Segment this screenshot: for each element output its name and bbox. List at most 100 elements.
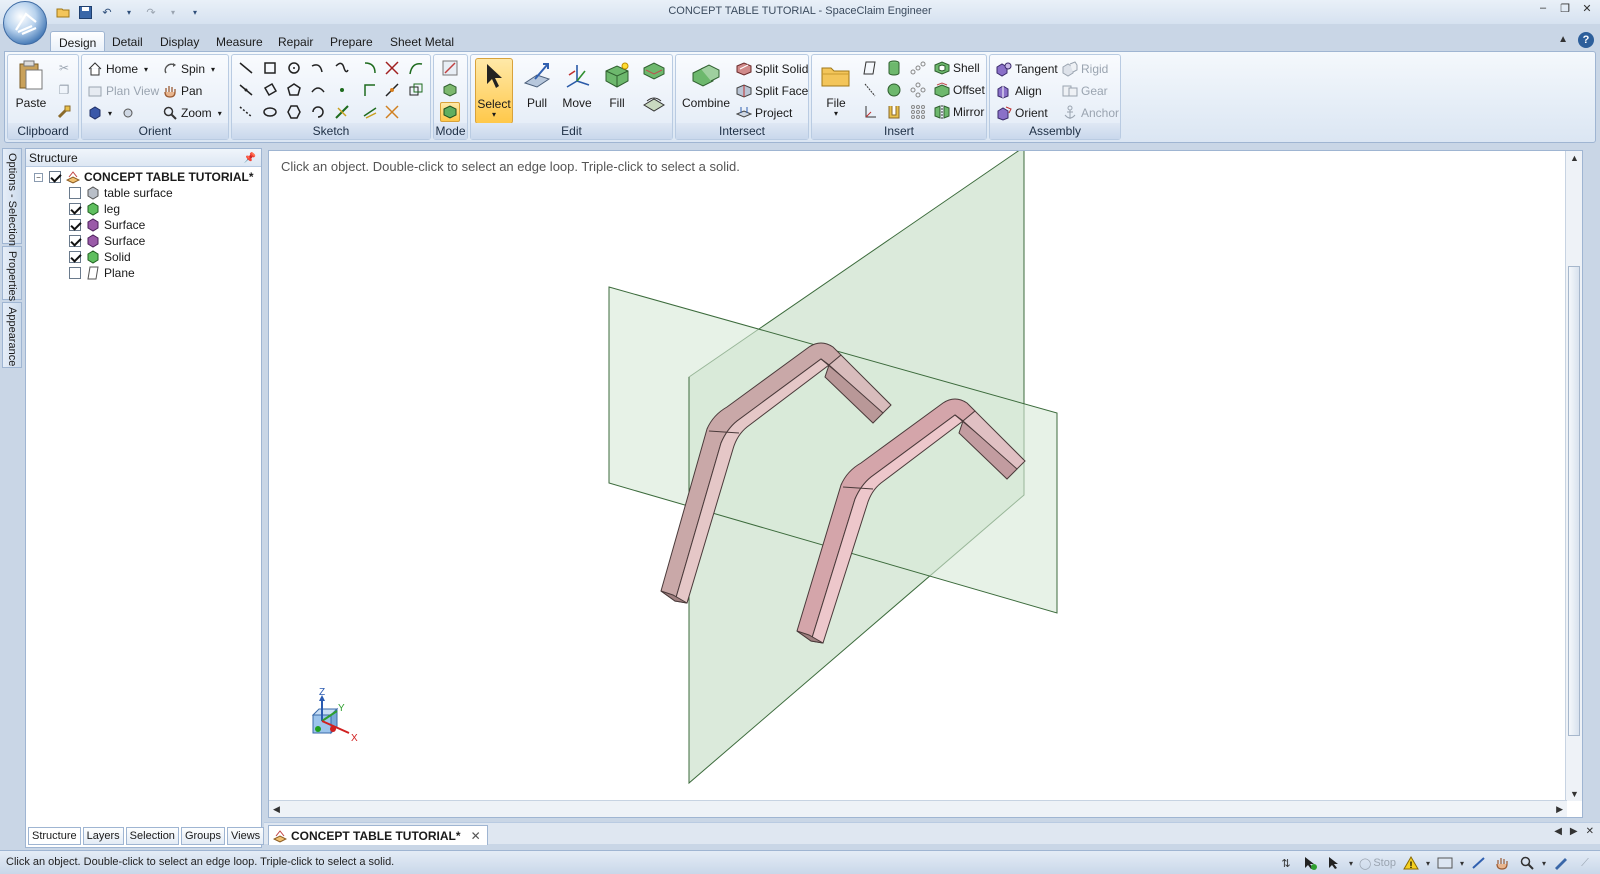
- surface-2-checkbox[interactable]: [69, 235, 81, 247]
- tab-prev-icon[interactable]: ◀: [1554, 826, 1562, 837]
- three-point-arc-icon[interactable]: [308, 102, 328, 122]
- spline-tool-icon[interactable]: [332, 58, 352, 78]
- split-face-button[interactable]: Split Face: [736, 81, 808, 101]
- grid-pattern-icon[interactable]: [908, 102, 928, 122]
- cursor-mode-dropdown-icon[interactable]: ▾: [1349, 859, 1353, 868]
- tab-properties[interactable]: Properties: [2, 246, 22, 301]
- design-viewport[interactable]: Z Y X Click an object. Double-click to s…: [268, 150, 1583, 818]
- scene-canvas[interactable]: Z Y X: [269, 151, 1567, 801]
- align-button[interactable]: Align: [996, 81, 1042, 101]
- solid-checkbox[interactable]: [69, 251, 81, 263]
- scroll-down-icon[interactable]: ▼: [1570, 789, 1579, 799]
- orient-assembly-button[interactable]: Orient: [996, 103, 1048, 123]
- gear-button[interactable]: Gear: [1062, 81, 1108, 101]
- tab-detail[interactable]: Detail: [104, 31, 151, 53]
- file-insert-button[interactable]: File ▾: [816, 58, 856, 124]
- leg-checkbox[interactable]: [69, 203, 81, 215]
- tangent-line-tool-icon[interactable]: [236, 80, 256, 100]
- scroll-left-icon[interactable]: ◀: [273, 804, 280, 815]
- tree-item-table-surface[interactable]: table surface: [69, 185, 173, 201]
- pan-button[interactable]: Pan: [162, 81, 202, 101]
- pencil-status-icon[interactable]: [1552, 854, 1570, 872]
- tab-sheet-metal[interactable]: Sheet Metal: [382, 31, 462, 53]
- line-tool-icon[interactable]: [236, 58, 256, 78]
- pan-status-icon[interactable]: [1494, 854, 1512, 872]
- select-button[interactable]: Select ▾: [475, 58, 513, 124]
- plane-checkbox[interactable]: [69, 267, 81, 279]
- swept-arc-tool-icon[interactable]: [308, 80, 328, 100]
- scroll-up-icon[interactable]: ▲: [1570, 153, 1579, 163]
- tab-selection[interactable]: Selection: [125, 827, 179, 845]
- format-painter-icon[interactable]: [54, 102, 74, 122]
- extend-tool-icon[interactable]: [360, 80, 380, 100]
- scroll-right-icon[interactable]: ▶: [1556, 804, 1563, 815]
- tab-groups[interactable]: Groups: [180, 827, 226, 845]
- warning-dropdown-icon[interactable]: ▾: [1426, 859, 1430, 868]
- circular-pattern-icon[interactable]: [908, 80, 928, 100]
- zoom-status-icon[interactable]: [1518, 854, 1536, 872]
- offset-curve-icon[interactable]: [406, 80, 426, 100]
- table-surface-checkbox[interactable]: [69, 187, 81, 199]
- measure-status-icon[interactable]: ⟋: [1576, 854, 1594, 872]
- close-tab-icon[interactable]: ✕: [471, 827, 481, 845]
- select-tool-status-icon[interactable]: [1301, 854, 1319, 872]
- maximize-icon[interactable]: ❐: [1558, 2, 1572, 18]
- tab-structure[interactable]: Structure: [28, 827, 81, 845]
- tab-display[interactable]: Display: [152, 31, 207, 53]
- pull-button[interactable]: Pull: [517, 58, 557, 124]
- zoom-status-dropdown-icon[interactable]: ▾: [1542, 859, 1546, 868]
- axis-triad[interactable]: Z Y X: [311, 687, 358, 744]
- shell-button[interactable]: Shell: [934, 58, 980, 78]
- tree-item-surface-2[interactable]: Surface: [69, 233, 145, 249]
- close-icon[interactable]: ✕: [1580, 2, 1594, 18]
- fill-button[interactable]: Fill: [597, 58, 637, 124]
- origin-icon[interactable]: [860, 102, 880, 122]
- point-tool-icon[interactable]: [332, 80, 352, 100]
- warning-icon[interactable]: !: [1402, 854, 1420, 872]
- sweep-arc-tool-icon[interactable]: [360, 58, 380, 78]
- mirror-button[interactable]: Mirror: [934, 102, 984, 122]
- tab-design[interactable]: Design: [50, 31, 106, 53]
- tree-item-surface-1[interactable]: Surface: [69, 217, 145, 233]
- view-cube-button[interactable]: ▾: [87, 103, 139, 123]
- split-solid-button[interactable]: Split Solid: [736, 59, 808, 79]
- anchor-button[interactable]: Anchor: [1062, 103, 1119, 123]
- copy-icon[interactable]: ❐: [54, 80, 74, 100]
- rectangle-tool-icon[interactable]: [260, 58, 280, 78]
- axis-icon[interactable]: [860, 80, 880, 100]
- tree-item-leg[interactable]: leg: [69, 201, 120, 217]
- sphere-icon[interactable]: [884, 80, 904, 100]
- tangent-button[interactable]: Tangent: [996, 59, 1058, 79]
- close-document-icon[interactable]: ✕: [1586, 826, 1594, 837]
- tab-options-selection[interactable]: Options - Selection: [2, 148, 22, 246]
- bend-icon[interactable]: [382, 102, 402, 122]
- tab-appearance[interactable]: Appearance: [2, 302, 22, 368]
- face-curve-icon[interactable]: [332, 102, 352, 122]
- rigid-button[interactable]: Rigid: [1062, 59, 1108, 79]
- help-icon[interactable]: ?: [1578, 32, 1594, 48]
- zoom-button[interactable]: Zoom ▾: [162, 103, 222, 123]
- vertical-scroll-thumb[interactable]: [1568, 266, 1580, 736]
- project-button[interactable]: Project: [736, 103, 792, 123]
- construction-line-icon[interactable]: [236, 102, 256, 122]
- three-point-circle-icon[interactable]: [284, 102, 304, 122]
- plan-view-button[interactable]: Plan View: [87, 81, 159, 101]
- sketch-status-icon[interactable]: [1470, 854, 1488, 872]
- collapse-icon[interactable]: −: [34, 172, 43, 182]
- arc-tool-icon[interactable]: [308, 58, 328, 78]
- section-mode-icon[interactable]: [440, 80, 460, 100]
- tab-repair[interactable]: Repair: [270, 31, 321, 53]
- move-button[interactable]: Move: [557, 58, 597, 124]
- document-tab[interactable]: CONCEPT TABLE TUTORIAL* ✕: [268, 825, 488, 845]
- pattern-icon[interactable]: [908, 58, 928, 78]
- application-menu-button[interactable]: [3, 1, 47, 45]
- horizontal-scrollbar[interactable]: ◀ ▶: [269, 800, 1567, 817]
- blend-icon[interactable]: [641, 91, 667, 117]
- stop-button[interactable]: ◯ Stop: [1359, 857, 1396, 870]
- tree-root[interactable]: − CONCEPT TABLE TUTORIAL*: [34, 169, 254, 185]
- three-point-rectangle-icon[interactable]: [260, 80, 280, 100]
- ribbon-minimize-icon[interactable]: ▲: [1558, 34, 1568, 45]
- split-curve-icon[interactable]: [382, 80, 402, 100]
- tree-item-plane[interactable]: Plane: [69, 265, 135, 281]
- circle-tool-icon[interactable]: [284, 58, 304, 78]
